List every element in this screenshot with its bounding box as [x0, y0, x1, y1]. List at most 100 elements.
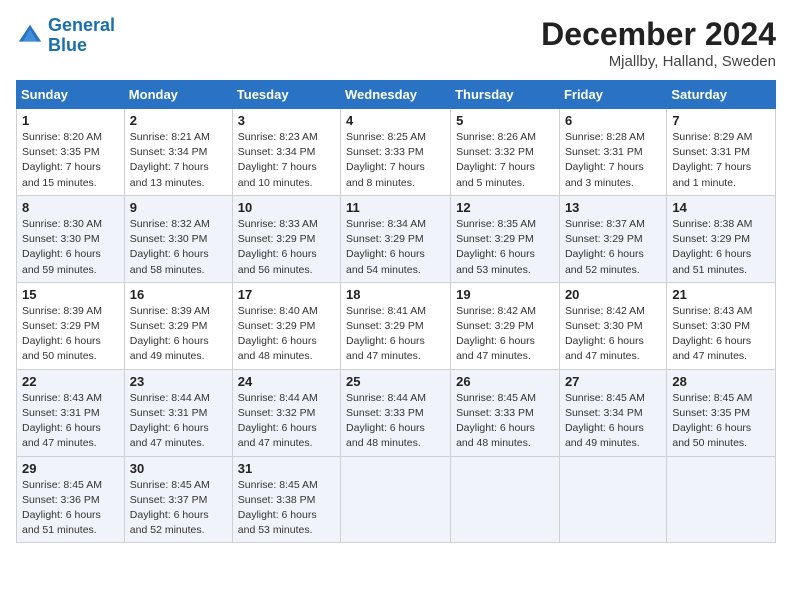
calendar-table: SundayMondayTuesdayWednesdayThursdayFrid… [16, 80, 776, 543]
day-number: 30 [130, 461, 227, 476]
sunset-label: Sunset: 3:32 PM [456, 146, 534, 158]
day-info: Sunrise: 8:32 AM Sunset: 3:30 PM Dayligh… [130, 217, 227, 278]
daylight-label: Daylight: 6 hours and 58 minutes. [130, 248, 209, 275]
daylight-label: Daylight: 7 hours and 8 minutes. [346, 161, 425, 188]
sunrise-label: Sunrise: 8:45 AM [22, 479, 102, 491]
day-number: 31 [238, 461, 335, 476]
daylight-label: Daylight: 6 hours and 48 minutes. [238, 335, 317, 362]
calendar-cell [341, 456, 451, 543]
sunrise-label: Sunrise: 8:45 AM [565, 392, 645, 404]
daylight-label: Daylight: 7 hours and 5 minutes. [456, 161, 535, 188]
sunrise-label: Sunrise: 8:42 AM [565, 305, 645, 317]
daylight-label: Daylight: 6 hours and 51 minutes. [672, 248, 751, 275]
weekday-header: Saturday [667, 81, 776, 109]
day-info: Sunrise: 8:39 AM Sunset: 3:29 PM Dayligh… [130, 304, 227, 365]
day-info: Sunrise: 8:30 AM Sunset: 3:30 PM Dayligh… [22, 217, 119, 278]
calendar-cell: 2 Sunrise: 8:21 AM Sunset: 3:34 PM Dayli… [124, 109, 232, 196]
daylight-label: Daylight: 6 hours and 47 minutes. [672, 335, 751, 362]
day-number: 13 [565, 200, 661, 215]
day-info: Sunrise: 8:45 AM Sunset: 3:33 PM Dayligh… [456, 391, 554, 452]
weekday-header: Wednesday [341, 81, 451, 109]
sunset-label: Sunset: 3:37 PM [130, 494, 208, 506]
sunrise-label: Sunrise: 8:32 AM [130, 218, 210, 230]
daylight-label: Daylight: 6 hours and 48 minutes. [346, 422, 425, 449]
weekday-header: Sunday [17, 81, 125, 109]
sunset-label: Sunset: 3:30 PM [130, 233, 208, 245]
day-number: 12 [456, 200, 554, 215]
daylight-label: Daylight: 6 hours and 52 minutes. [565, 248, 644, 275]
daylight-label: Daylight: 6 hours and 47 minutes. [346, 335, 425, 362]
sunset-label: Sunset: 3:34 PM [565, 407, 643, 419]
day-number: 1 [22, 113, 119, 128]
daylight-label: Daylight: 6 hours and 49 minutes. [565, 422, 644, 449]
sunrise-label: Sunrise: 8:20 AM [22, 131, 102, 143]
sunrise-label: Sunrise: 8:37 AM [565, 218, 645, 230]
day-info: Sunrise: 8:42 AM Sunset: 3:30 PM Dayligh… [565, 304, 661, 365]
sunrise-label: Sunrise: 8:44 AM [346, 392, 426, 404]
day-info: Sunrise: 8:23 AM Sunset: 3:34 PM Dayligh… [238, 130, 335, 191]
title-block: December 2024 Mjallby, Halland, Sweden [541, 16, 776, 70]
day-info: Sunrise: 8:37 AM Sunset: 3:29 PM Dayligh… [565, 217, 661, 278]
day-info: Sunrise: 8:38 AM Sunset: 3:29 PM Dayligh… [672, 217, 770, 278]
calendar-week-row: 22 Sunrise: 8:43 AM Sunset: 3:31 PM Dayl… [17, 369, 776, 456]
day-info: Sunrise: 8:34 AM Sunset: 3:29 PM Dayligh… [346, 217, 445, 278]
sunrise-label: Sunrise: 8:33 AM [238, 218, 318, 230]
daylight-label: Daylight: 6 hours and 47 minutes. [22, 422, 101, 449]
calendar-cell: 17 Sunrise: 8:40 AM Sunset: 3:29 PM Dayl… [232, 282, 340, 369]
sunrise-label: Sunrise: 8:29 AM [672, 131, 752, 143]
day-number: 21 [672, 287, 770, 302]
page-header: GeneralBlue December 2024 Mjallby, Halla… [16, 16, 776, 70]
calendar-cell: 26 Sunrise: 8:45 AM Sunset: 3:33 PM Dayl… [451, 369, 560, 456]
sunset-label: Sunset: 3:29 PM [346, 233, 424, 245]
day-number: 27 [565, 374, 661, 389]
daylight-label: Daylight: 6 hours and 50 minutes. [672, 422, 751, 449]
sunset-label: Sunset: 3:33 PM [456, 407, 534, 419]
calendar-week-row: 1 Sunrise: 8:20 AM Sunset: 3:35 PM Dayli… [17, 109, 776, 196]
sunset-label: Sunset: 3:29 PM [238, 233, 316, 245]
calendar-cell: 10 Sunrise: 8:33 AM Sunset: 3:29 PM Dayl… [232, 195, 340, 282]
daylight-label: Daylight: 6 hours and 47 minutes. [130, 422, 209, 449]
day-info: Sunrise: 8:29 AM Sunset: 3:31 PM Dayligh… [672, 130, 770, 191]
sunset-label: Sunset: 3:34 PM [130, 146, 208, 158]
day-info: Sunrise: 8:43 AM Sunset: 3:31 PM Dayligh… [22, 391, 119, 452]
sunset-label: Sunset: 3:29 PM [346, 320, 424, 332]
daylight-label: Daylight: 6 hours and 47 minutes. [238, 422, 317, 449]
sunset-label: Sunset: 3:30 PM [672, 320, 750, 332]
logo: GeneralBlue [16, 16, 115, 56]
daylight-label: Daylight: 6 hours and 54 minutes. [346, 248, 425, 275]
daylight-label: Daylight: 7 hours and 15 minutes. [22, 161, 101, 188]
calendar-cell: 7 Sunrise: 8:29 AM Sunset: 3:31 PM Dayli… [667, 109, 776, 196]
sunset-label: Sunset: 3:29 PM [238, 320, 316, 332]
sunrise-label: Sunrise: 8:21 AM [130, 131, 210, 143]
day-info: Sunrise: 8:43 AM Sunset: 3:30 PM Dayligh… [672, 304, 770, 365]
day-number: 7 [672, 113, 770, 128]
calendar-cell: 14 Sunrise: 8:38 AM Sunset: 3:29 PM Dayl… [667, 195, 776, 282]
sunrise-label: Sunrise: 8:40 AM [238, 305, 318, 317]
calendar-cell: 21 Sunrise: 8:43 AM Sunset: 3:30 PM Dayl… [667, 282, 776, 369]
sunset-label: Sunset: 3:29 PM [456, 233, 534, 245]
day-info: Sunrise: 8:20 AM Sunset: 3:35 PM Dayligh… [22, 130, 119, 191]
sunrise-label: Sunrise: 8:28 AM [565, 131, 645, 143]
sunrise-label: Sunrise: 8:45 AM [672, 392, 752, 404]
day-info: Sunrise: 8:40 AM Sunset: 3:29 PM Dayligh… [238, 304, 335, 365]
daylight-label: Daylight: 7 hours and 13 minutes. [130, 161, 209, 188]
day-info: Sunrise: 8:42 AM Sunset: 3:29 PM Dayligh… [456, 304, 554, 365]
day-number: 23 [130, 374, 227, 389]
calendar-week-row: 8 Sunrise: 8:30 AM Sunset: 3:30 PM Dayli… [17, 195, 776, 282]
day-info: Sunrise: 8:33 AM Sunset: 3:29 PM Dayligh… [238, 217, 335, 278]
calendar-cell: 27 Sunrise: 8:45 AM Sunset: 3:34 PM Dayl… [559, 369, 666, 456]
day-number: 6 [565, 113, 661, 128]
sunrise-label: Sunrise: 8:44 AM [130, 392, 210, 404]
day-info: Sunrise: 8:45 AM Sunset: 3:34 PM Dayligh… [565, 391, 661, 452]
sunrise-label: Sunrise: 8:35 AM [456, 218, 536, 230]
calendar-cell: 12 Sunrise: 8:35 AM Sunset: 3:29 PM Dayl… [451, 195, 560, 282]
weekday-header: Monday [124, 81, 232, 109]
sunset-label: Sunset: 3:29 PM [130, 320, 208, 332]
calendar-cell: 19 Sunrise: 8:42 AM Sunset: 3:29 PM Dayl… [451, 282, 560, 369]
day-number: 24 [238, 374, 335, 389]
day-number: 28 [672, 374, 770, 389]
sunrise-label: Sunrise: 8:45 AM [130, 479, 210, 491]
day-info: Sunrise: 8:25 AM Sunset: 3:33 PM Dayligh… [346, 130, 445, 191]
calendar-cell [667, 456, 776, 543]
calendar-cell: 29 Sunrise: 8:45 AM Sunset: 3:36 PM Dayl… [17, 456, 125, 543]
